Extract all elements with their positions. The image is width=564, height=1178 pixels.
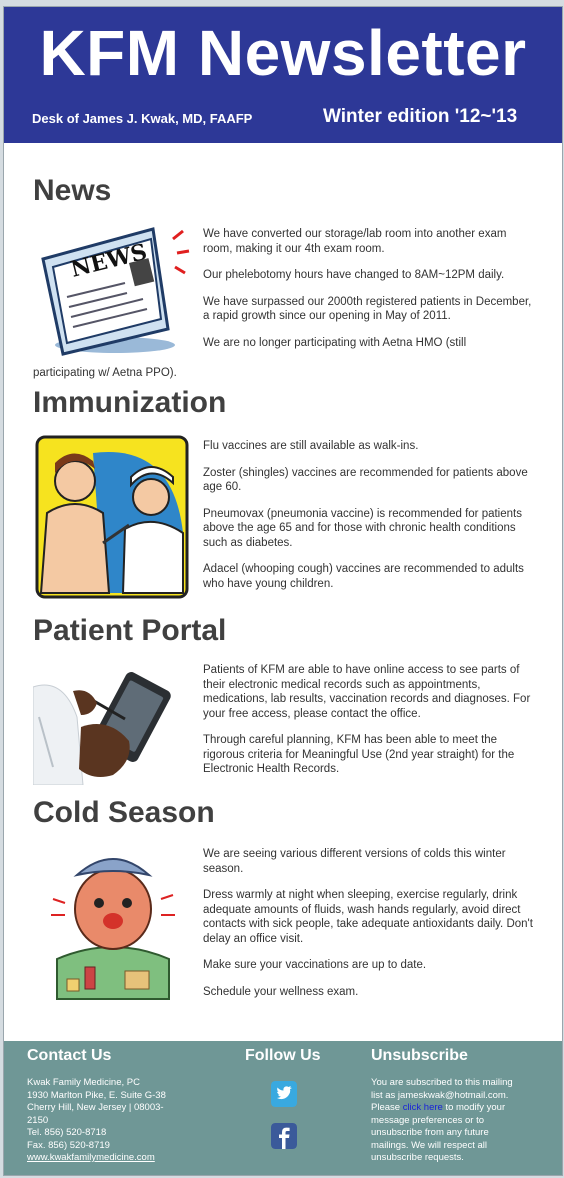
paragraph: Our phelebotomy hours have changed to 8A… <box>203 269 505 281</box>
click-here-link[interactable]: click here <box>403 1102 443 1113</box>
paragraph: We have surpassed our 2000th registered … <box>203 295 532 323</box>
newsletter-header: KFM Newsletter Desk of James J. Kwak, MD… <box>4 7 562 143</box>
paragraph-continuation: participating w/ Aetna PPO). <box>33 367 177 379</box>
website-link[interactable]: www.kwakfamilymedicine.com <box>27 1152 197 1165</box>
contact-line: 1930 Marlton Pike, E. Suite G-38 <box>27 1089 166 1101</box>
section-title: Immunization <box>33 386 227 419</box>
contact-info: Kwak Family Medicine, PC 1930 Marlton Pi… <box>27 1077 197 1165</box>
edition-label: Winter edition '12~'13 <box>323 106 518 127</box>
newsletter-title: KFM Newsletter <box>39 17 527 89</box>
newsletter-frame: KFM Newsletter Desk of James J. Kwak, MD… <box>3 6 563 1176</box>
unsubscribe-line: unsubscribe from any future <box>371 1127 489 1138</box>
vaccination-illustration <box>35 435 189 599</box>
paragraph: Patients of KFM are able to have online … <box>203 664 531 720</box>
unsubscribe-line: message preferences or to <box>371 1114 485 1126</box>
unsubscribe-line-with-link: Please click here to modify your <box>371 1102 546 1115</box>
facebook-icon[interactable] <box>271 1123 297 1149</box>
paragraph: Flu vaccines are still available as walk… <box>203 440 419 452</box>
unsubscribe-text: to modify your <box>442 1102 506 1113</box>
section-body: Flu vaccines are still available as walk… <box>203 439 533 603</box>
contact-line: Cherry Hill, New Jersey | 08003- <box>27 1102 164 1113</box>
contact-line: Kwak Family Medicine, PC <box>27 1077 140 1088</box>
tablet-doctor-photo <box>33 657 193 785</box>
newspaper-illustration: NEWS <box>41 227 190 356</box>
sick-man-illustration <box>33 839 193 1007</box>
unsubscribe-text: Please <box>371 1102 403 1113</box>
unsubscribe-title: Unsubscribe <box>371 1047 468 1064</box>
twitter-icon[interactable] <box>271 1081 297 1107</box>
contact-line: 2150 <box>27 1114 49 1126</box>
unsubscribe-line: list as jameskwak@hotmail.com. <box>371 1089 509 1101</box>
section-body: We are seeing various different versions… <box>203 847 533 1011</box>
desk-byline: Desk of James J. Kwak, MD, FAAFP <box>32 111 253 126</box>
paragraph: Schedule your wellness exam. <box>203 985 359 998</box>
contact-line: Tel. 856) 520-8718 <box>27 1127 107 1138</box>
paragraph: Adacel (whooping cough) vaccines are rec… <box>203 563 524 590</box>
newsletter-footer: Contact Us Kwak Family Medicine, PC 1930… <box>4 1041 562 1175</box>
section-title: News <box>33 174 112 207</box>
section-body: Patients of KFM are able to have online … <box>203 663 533 789</box>
paragraph: Dress warmly at night when sleeping, exe… <box>203 889 533 945</box>
paragraph: Zoster (shingles) vaccines are recommend… <box>203 466 528 494</box>
paragraph: Pneumovax (pneumonia vaccine) is recomme… <box>203 507 522 549</box>
section-title: Cold Season <box>33 796 215 829</box>
contact-line: Fax. 856) 520-8719 <box>27 1139 110 1151</box>
paragraph: We are seeing various different versions… <box>203 848 506 875</box>
unsubscribe-line: unsubscribe requests. <box>371 1152 464 1163</box>
section-body: We have converted our storage/lab room i… <box>203 227 533 362</box>
unsubscribe-line: mailings. We will respect all <box>371 1139 487 1151</box>
paragraph: Make sure your vaccinations are up to da… <box>203 959 427 971</box>
paragraph: We have converted our storage/lab room i… <box>203 228 507 255</box>
unsubscribe-info: You are subscribed to this mailing list … <box>371 1077 546 1165</box>
follow-title: Follow Us <box>245 1047 321 1064</box>
contact-title: Contact Us <box>27 1047 112 1064</box>
unsubscribe-line: You are subscribed to this mailing <box>371 1077 513 1088</box>
paragraph: Through careful planning, KFM has been a… <box>203 734 515 775</box>
paragraph: We are no longer participating with Aetn… <box>203 336 467 349</box>
section-title: Patient Portal <box>33 614 227 647</box>
